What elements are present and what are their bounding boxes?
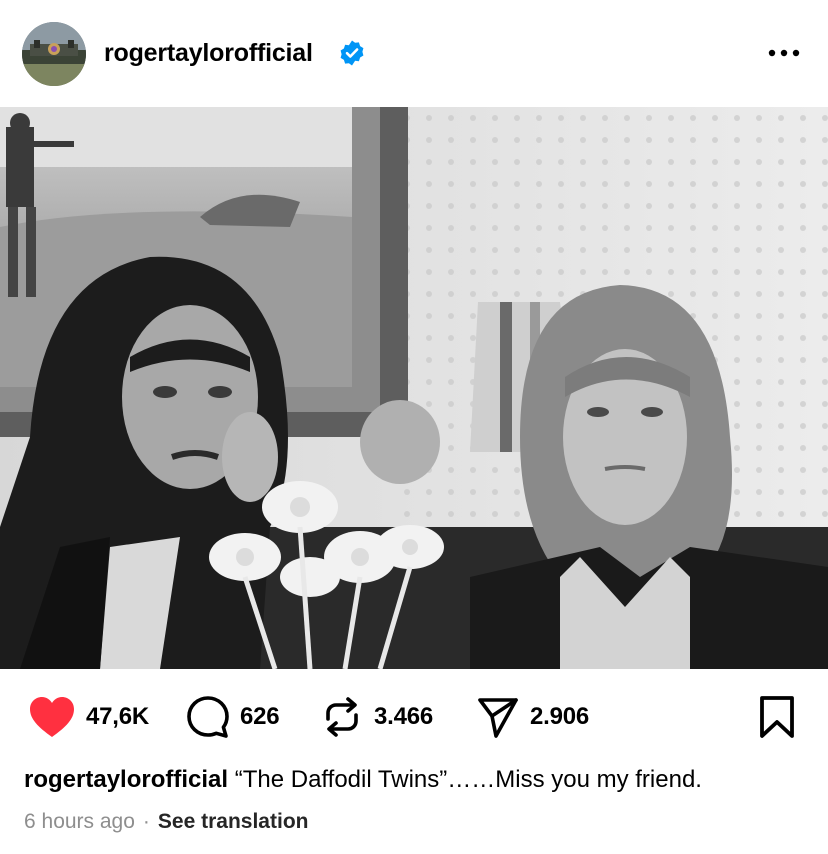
avatar[interactable] (22, 22, 86, 86)
shares-count[interactable]: 2.906 (530, 695, 589, 739)
verified-badge-icon (338, 39, 366, 67)
repost-icon[interactable] (320, 695, 364, 739)
header-username[interactable]: rogertaylorofficial (104, 36, 313, 70)
comment-action: 626 (186, 695, 280, 739)
see-translation-link[interactable]: See translation (158, 810, 309, 833)
heart-icon[interactable] (28, 695, 76, 739)
bookmark-icon[interactable] (757, 695, 797, 739)
reposts-count[interactable]: 3.466 (374, 695, 433, 739)
likes-count[interactable]: 47,6K (86, 695, 149, 739)
repost-action: 3.466 (320, 695, 433, 739)
more-options-icon[interactable] (764, 38, 804, 68)
share-icon[interactable] (476, 695, 520, 739)
caption-username[interactable]: rogertaylorofficial (24, 766, 228, 793)
post-timestamp: 6 hours ago (24, 810, 135, 833)
caption-text: “The Daffodil Twins”……Miss you my friend… (234, 766, 702, 793)
meta-separator: · (142, 810, 150, 833)
post-meta: 6 hours ago · See translation (24, 808, 308, 836)
post-actions: 47,6K 626 3.466 2.906 (0, 669, 828, 765)
post-caption: rogertaylorofficial “The Daffodil Twins”… (24, 764, 702, 796)
post-photo[interactable] (0, 107, 828, 669)
like-action: 47,6K (28, 695, 149, 739)
post-header: rogertaylorofficial (0, 0, 828, 107)
instagram-post: rogertaylorofficial 47,6K 626 3.466 2.90… (0, 0, 828, 854)
share-action: 2.906 (476, 695, 589, 739)
comment-icon[interactable] (186, 695, 230, 739)
comments-count[interactable]: 626 (240, 695, 280, 739)
